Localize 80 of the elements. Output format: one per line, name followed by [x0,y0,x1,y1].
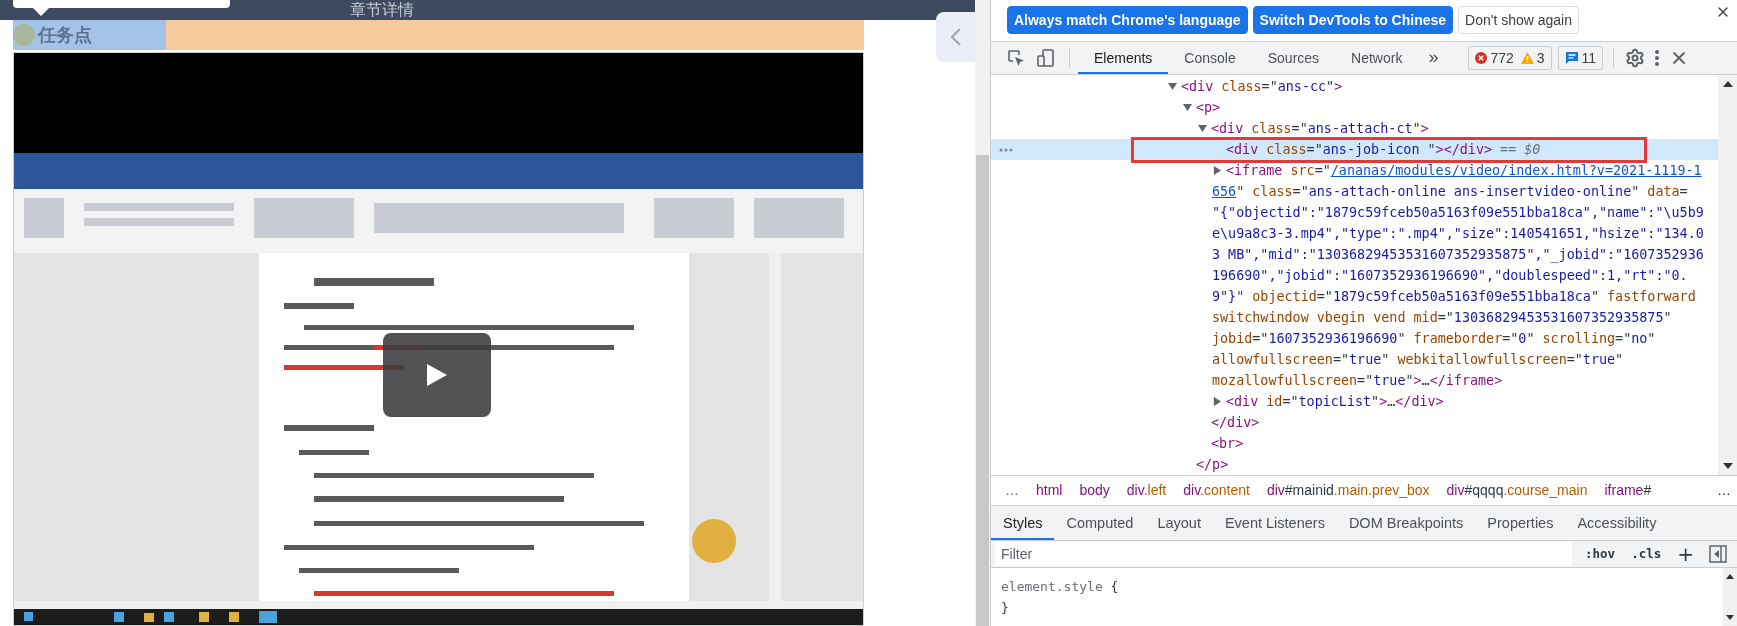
message-icon [1564,50,1579,65]
breadcrumb-item[interactable]: html [1036,482,1063,499]
sidebar-tab[interactable]: Layout [1145,505,1213,540]
scrollbar[interactable] [1718,74,1737,475]
toggle-button[interactable]: .cls [1628,546,1665,562]
dom-node-line[interactable]: </div> [991,411,1718,433]
caret-icon[interactable] [1183,102,1192,112]
scrollbar-thumb[interactable] [976,155,989,626]
dom-node-line[interactable]: <br> [991,432,1718,454]
sidebar-tab[interactable]: Computed [1054,505,1146,540]
sidebar-tab[interactable]: Properties [1475,505,1566,540]
breadcrumb-item[interactable]: div.content [1183,482,1250,499]
breadcrumb-overflow[interactable]: … [1717,482,1731,499]
scroll-up-icon[interactable] [1726,574,1734,579]
sidebar-tab[interactable]: DOM Breakpoints [1336,505,1476,540]
issues-counter[interactable]: 772 3 [1468,45,1552,70]
chevron-left-icon [950,28,961,46]
language-button[interactable]: Switch DevTools to Chinese [1252,6,1454,35]
play-icon [427,364,447,386]
dom-node-line[interactable]: 196690","jobid":"1607352936196690","doublespeed":1,"rt":"0. [991,264,1718,286]
panel-tab[interactable]: Elements [1078,41,1169,74]
dom-node-line[interactable]: "{"objectid":"1879c59fceb50a5163f09e551bba18ca","name":"\u5b9 [991,201,1718,223]
inspect-icon [1006,47,1026,68]
dom-node-line[interactable]: 9"}" objectid="1879c59fceb50a5163f09e551bba18ca" fastforward [991,285,1718,307]
scroll-down-icon[interactable] [1726,615,1734,620]
caret-icon[interactable] [1168,81,1177,91]
breadcrumb-item[interactable]: body [1079,482,1110,499]
language-button[interactable]: Don't show again [1458,6,1579,35]
dom-node-line[interactable]: <div class="ans-cc"> [991,75,1718,97]
breadcrumb-item[interactable]: div#mainid.main.prev_box [1266,482,1430,499]
css-rule-line: } [1001,599,1010,617]
panel-tab[interactable]: Console [1168,41,1252,74]
dom-node-line[interactable]: <div id="topicList">…</div> [991,390,1718,412]
page-title: 章节详情 [350,0,414,20]
panel-tab[interactable]: Network [1335,41,1419,74]
warning-icon [1520,51,1534,64]
panel-toggle-icon [1709,544,1727,563]
error-icon [1475,51,1488,64]
dom-node-line[interactable]: <p> [991,96,1718,118]
language-button[interactable]: Always match Chrome's language [1007,6,1248,35]
caret-icon[interactable] [1213,165,1222,175]
circle-icon [13,24,35,46]
link[interactable]: 656 [1212,183,1237,199]
dom-node-line[interactable]: jobid="1607352936196690" frameborder="0" scrolling="no" [991,327,1718,349]
add-rule-button[interactable]: + [1674,543,1697,564]
toggle-button[interactable]: :hov [1582,546,1619,562]
more-icon[interactable] [999,147,1013,152]
breadcrumb-item[interactable]: div#qqqq.course_main [1446,482,1588,499]
caret-icon[interactable] [1198,123,1207,133]
css-rule-line: element.style { [1001,578,1120,596]
dom-node-line[interactable]: </p> [991,453,1718,475]
play-button[interactable] [383,333,491,417]
scroll-up-icon[interactable] [1722,80,1733,87]
kebab-icon [1655,49,1660,66]
sidebar-tab[interactable]: Styles [991,505,1055,540]
dom-node-line[interactable]: allowfullscreen="true" webkitallowfullscreen="true" [991,348,1718,370]
scrollbar[interactable] [975,0,990,626]
task-label: 任务点 [38,24,92,47]
scrollbar[interactable] [1723,568,1737,626]
breadcrumb-overflow[interactable]: … [1005,482,1019,499]
dom-node-line[interactable]: switchwindow vbegin vend mid="13036829453531607352935875" [991,306,1718,328]
dom-node-line[interactable]: mozallowfullscreen="true">…</iframe> [991,369,1718,391]
dom-node-line[interactable]: <iframe src="/ananas/modules/video/index.html?v=2021-1119-1 [991,159,1718,181]
sidebar-tab[interactable]: Event Listeners [1212,505,1337,540]
sidebar-tab[interactable]: Accessibility [1565,505,1669,540]
scroll-down-icon[interactable] [1722,462,1733,469]
breadcrumb-item[interactable]: iframe# [1604,482,1652,499]
breadcrumb-item[interactable]: div.left [1126,482,1167,499]
dom-node-line[interactable]: e\u9a8c3-3.mp4","type":".mp4","size":140541651,"hsize":"134.0 [991,222,1718,244]
dom-node-line[interactable]: 656" class="ans-attach-online ans-insertvideo-online" data= [991,180,1718,202]
dom-node-line[interactable]: 3 MB","mid":"13036829453531607352935875","_jobid":"1607352936 [991,243,1718,265]
panel-tab[interactable]: Sources [1251,41,1336,74]
caret-icon[interactable] [1213,396,1222,406]
dom-node-line[interactable]: <div class="ans-attach-ct"> [991,117,1718,139]
link[interactable]: /ananas/modules/video/index.html?v=2021-1119-1 [1330,162,1702,178]
gear-icon [1625,47,1646,68]
device-icon [1036,47,1056,68]
filter-field[interactable]: Filter [995,541,1572,566]
messages-counter[interactable]: 11 [1557,45,1604,70]
more-tabs-button[interactable]: » [1418,41,1449,74]
